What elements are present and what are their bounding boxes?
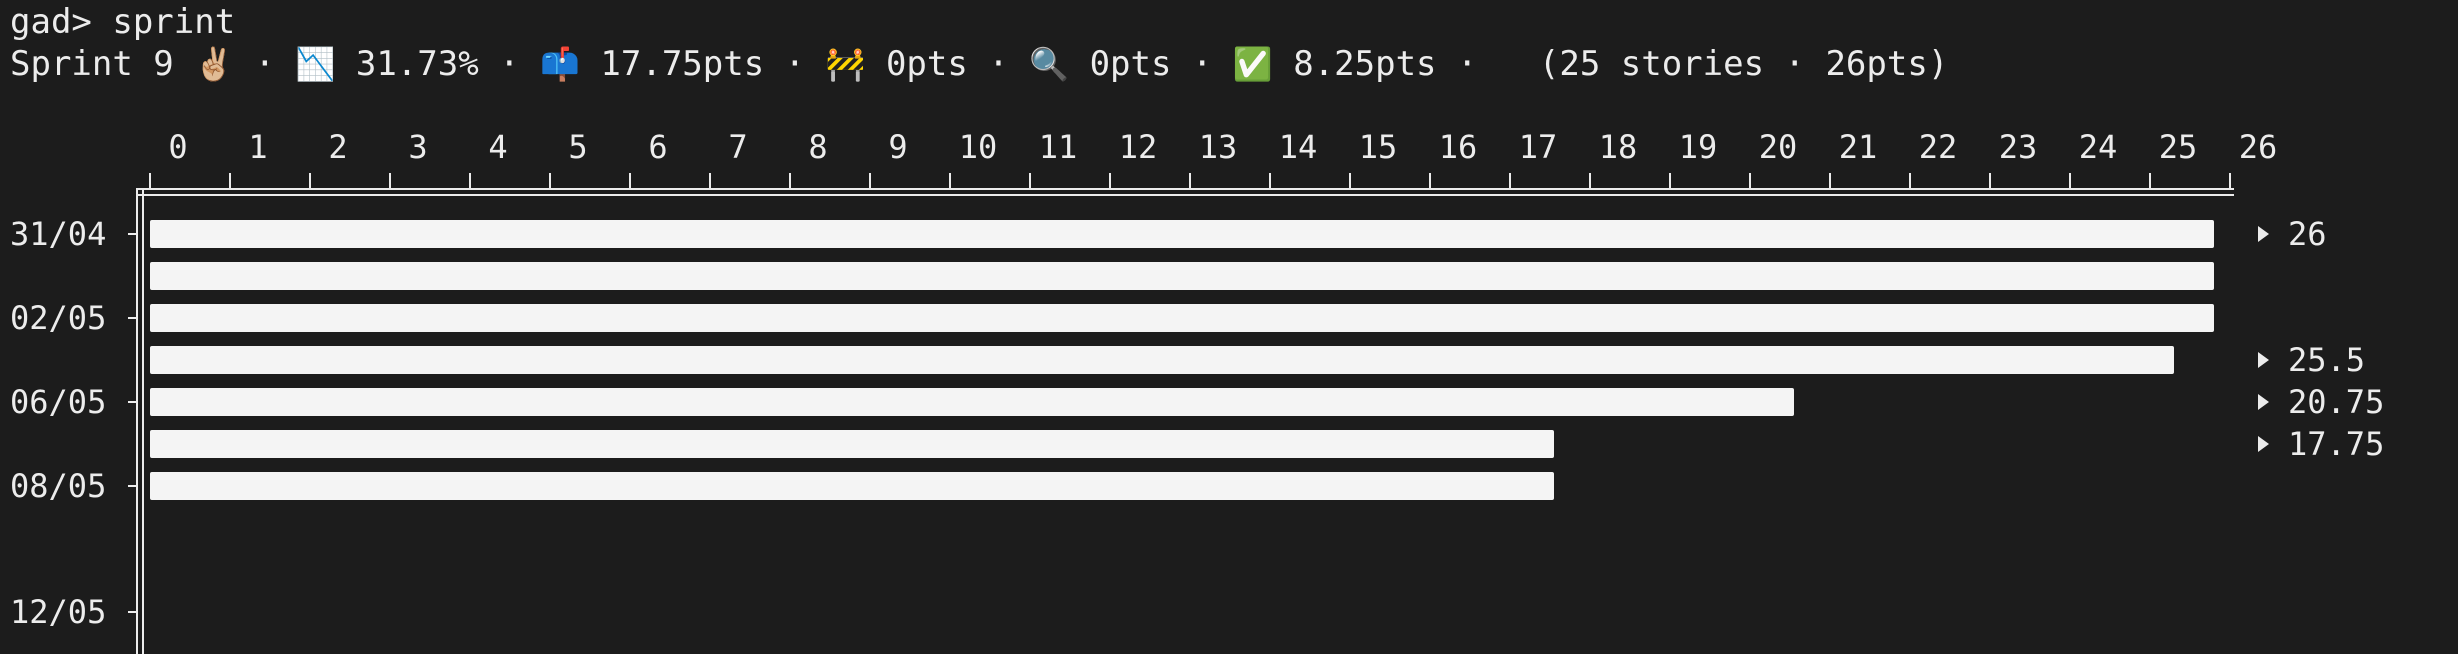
bar [150, 388, 1794, 416]
bar-value-label: 17.75 [2288, 425, 2384, 463]
x-tick-label: 18 [1599, 128, 1638, 166]
bar-value-label: 25.5 [2288, 341, 2365, 379]
x-tick-label: 17 [1519, 128, 1558, 166]
bar [150, 472, 1554, 500]
x-tick-label: 24 [2079, 128, 2118, 166]
x-tick-label: 4 [488, 128, 507, 166]
row-date-label: 06/05 [10, 383, 106, 421]
value-pointer-icon [2258, 226, 2269, 242]
row-date-label: 12/05 [10, 593, 106, 631]
burndown-chart: 0 1 2 3 4 5 6 7 8 9 10 11 12 13 14 15 16 17 18 19 20 21 22 23 24… [10, 128, 2384, 654]
x-tick-label: 19 [1679, 128, 1718, 166]
bar [150, 430, 1554, 458]
bar [150, 346, 2174, 374]
x-tick-label: 23 [1999, 128, 2038, 166]
x-tick-label: 21 [1839, 128, 1878, 166]
x-tick-label: 0 [168, 128, 187, 166]
x-tick-label: 13 [1199, 128, 1238, 166]
row-date-label: 31/04 [10, 215, 106, 253]
bar-value-label: 20.75 [2288, 383, 2384, 421]
x-tick-label: 9 [888, 128, 907, 166]
x-tick-label: 16 [1439, 128, 1478, 166]
bar [150, 262, 2214, 290]
x-tick-label: 1 [248, 128, 267, 166]
value-pointer-icon [2258, 436, 2269, 452]
x-tick-label: 6 [648, 128, 667, 166]
x-tick-label: 14 [1279, 128, 1318, 166]
value-pointer-icon [2258, 394, 2269, 410]
terminal-window: gad> sprint Sprint 9 ✌🏼 · 📉 31.73% · 📫 1… [0, 0, 2458, 654]
value-pointer-icon [2258, 352, 2269, 368]
row-date-label: 02/05 [10, 299, 106, 337]
x-tick-label: 15 [1359, 128, 1398, 166]
bar [150, 220, 2214, 248]
x-tick-label: 8 [808, 128, 827, 166]
x-tick-label: 3 [408, 128, 427, 166]
row-date-label: 08/05 [10, 467, 106, 505]
bar [150, 304, 2214, 332]
x-tick-label: 20 [1759, 128, 1798, 166]
x-tick-label: 2 [328, 128, 347, 166]
x-tick-label: 22 [1919, 128, 1958, 166]
x-tick-label: 26 [2239, 128, 2278, 166]
bar-value-label: 26 [2288, 215, 2327, 253]
x-tick-label: 25 [2159, 128, 2198, 166]
x-tick-label: 5 [568, 128, 587, 166]
x-tick-label: 10 [959, 128, 998, 166]
x-tick-label: 11 [1039, 128, 1078, 166]
x-tick-label: 7 [728, 128, 747, 166]
x-tick-label: 12 [1119, 128, 1158, 166]
